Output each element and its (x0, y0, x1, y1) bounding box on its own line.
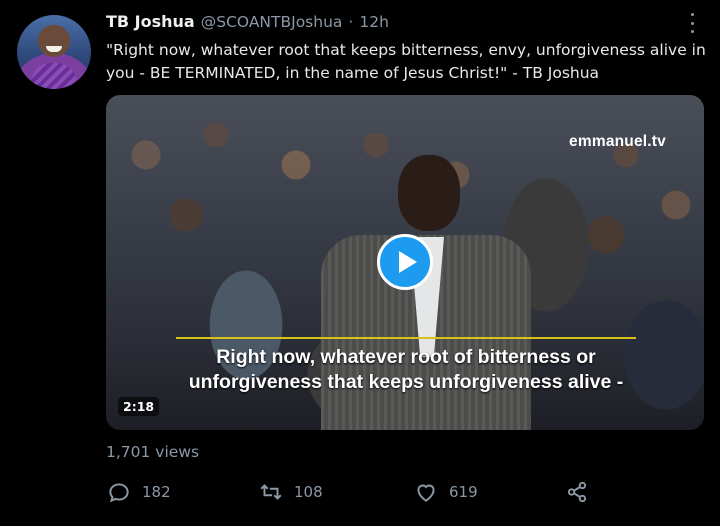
share-button[interactable] (564, 478, 590, 506)
like-button[interactable]: 619 (413, 478, 478, 506)
video-player[interactable]: emmanuel.tv Right now, whatever root of … (106, 95, 704, 430)
caption-line-1: Right now, whatever root of bitterness o… (216, 346, 596, 368)
retweet-count: 108 (294, 483, 323, 501)
user-handle[interactable]: @SCOANTBJoshua (201, 13, 343, 31)
avatar-shirt (31, 63, 77, 89)
avatar-smile (46, 46, 62, 52)
separator-dot: · (348, 13, 354, 31)
display-name[interactable]: TB Joshua (106, 12, 195, 31)
share-icon (567, 481, 587, 503)
play-icon[interactable] (377, 234, 433, 290)
retweet-icon (260, 484, 282, 500)
view-count: 1,701 views (106, 443, 200, 461)
tweet-header: TB Joshua @SCOANTBJoshua · 12h (106, 12, 389, 34)
video-caption: Right now, whatever root of bitterness o… (176, 337, 636, 399)
reply-icon (109, 483, 129, 503)
avatar[interactable] (17, 15, 91, 89)
timestamp[interactable]: 12h (359, 13, 389, 31)
tweet-text: "Right now, whatever root that keeps bit… (106, 41, 711, 82)
video-frame-figure-head (398, 155, 460, 231)
caption-line-2: unforgiveness that keeps unforgiveness a… (188, 371, 624, 393)
video-duration: 2:18 (118, 397, 160, 416)
reply-count: 182 (142, 483, 171, 501)
more-options-icon[interactable] (686, 13, 698, 33)
channel-logo: emmanuel.tv (569, 133, 666, 150)
action-bar: 182 108 619 (106, 478, 606, 506)
reply-button[interactable]: 182 (106, 478, 171, 506)
like-count: 619 (449, 483, 478, 501)
like-icon (417, 484, 435, 502)
retweet-button[interactable]: 108 (258, 478, 323, 506)
